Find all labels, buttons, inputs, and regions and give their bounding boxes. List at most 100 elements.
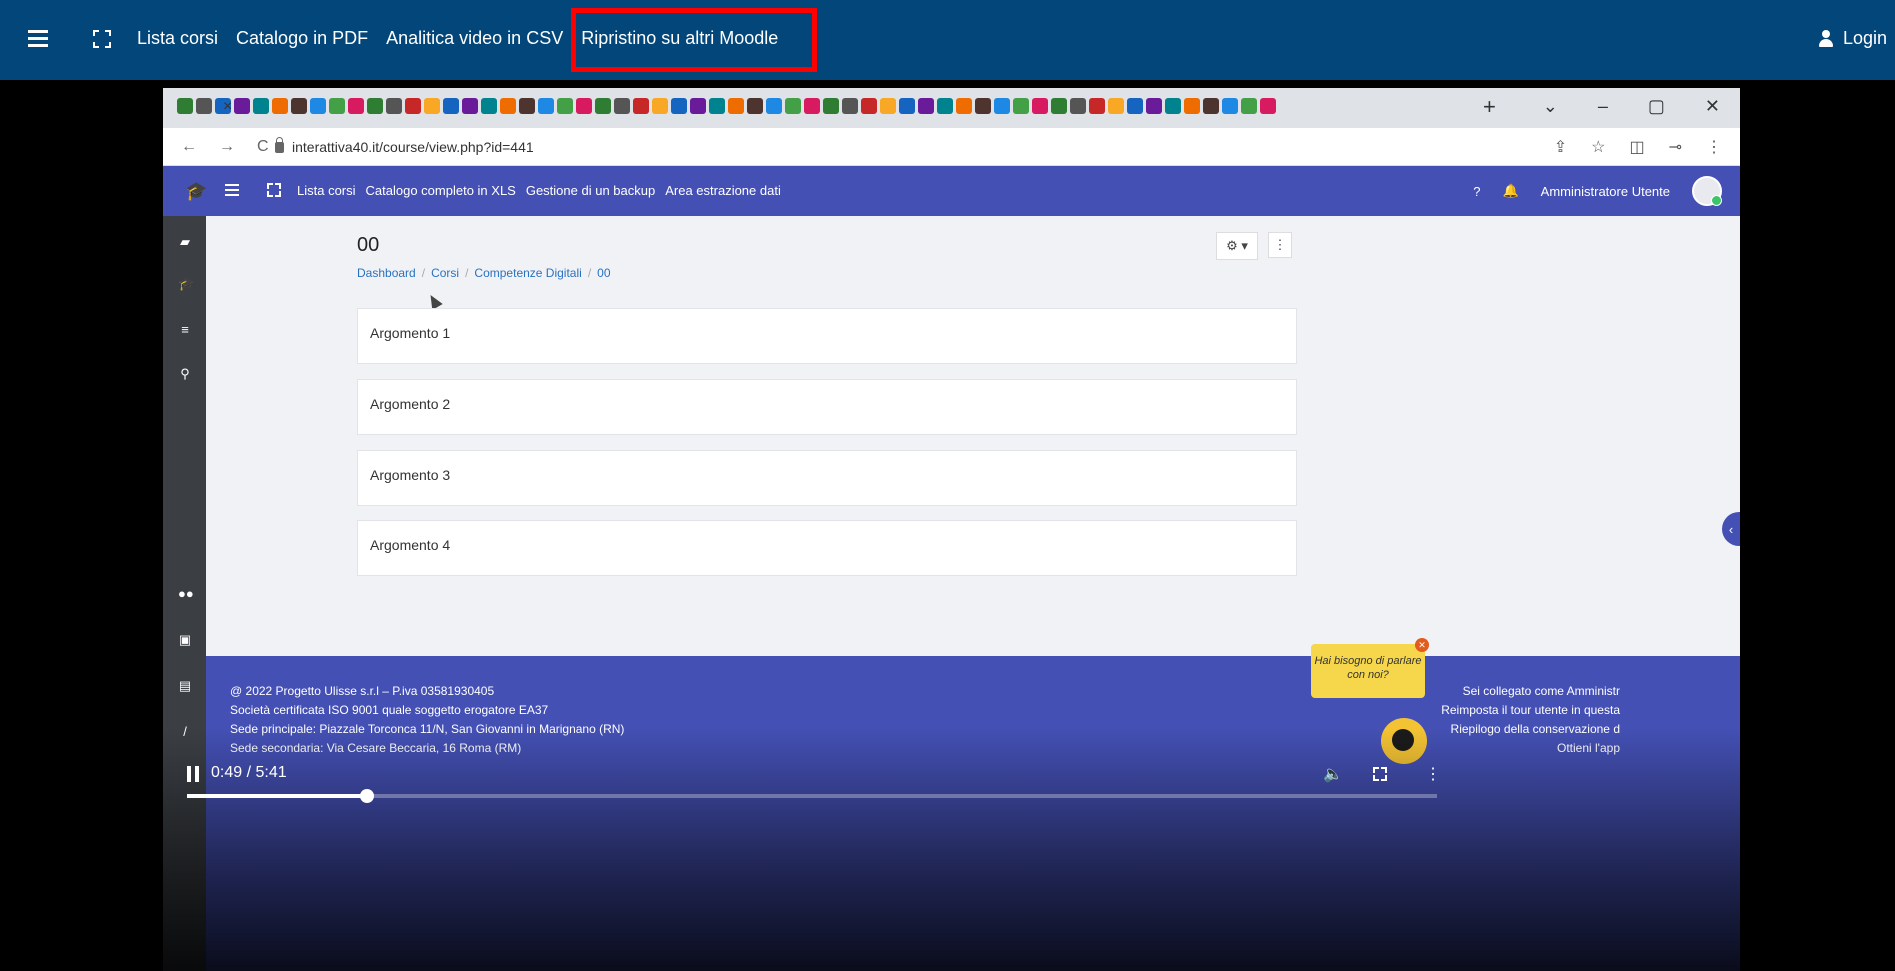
- login-button[interactable]: Login: [1818, 28, 1887, 49]
- favicon-icon[interactable]: [785, 98, 801, 114]
- favicon-icon[interactable]: [196, 98, 212, 114]
- footer-reset-tour-link[interactable]: Reimposta il tour utente in questa: [1441, 701, 1620, 720]
- favicon-icon[interactable]: [1260, 98, 1276, 114]
- graduation-cap-icon[interactable]: 🎓: [185, 181, 207, 202]
- moodle-nav-estrazione[interactable]: Area estrazione dati: [665, 183, 781, 198]
- favicon-icon[interactable]: [443, 98, 459, 114]
- favicon-icon[interactable]: [690, 98, 706, 114]
- favicon-icon[interactable]: [1108, 98, 1124, 114]
- favicon-icon[interactable]: [804, 98, 820, 114]
- favicon-icon[interactable]: [1184, 98, 1200, 114]
- moodle-nav-backup[interactable]: Gestione di un backup: [526, 183, 655, 198]
- nav-analitica-video-csv[interactable]: Analitica video in CSV: [386, 28, 563, 49]
- favicon-icon[interactable]: [500, 98, 516, 114]
- favicon-icon[interactable]: [633, 98, 649, 114]
- favicon-icon[interactable]: [671, 98, 687, 114]
- file-icon[interactable]: ▤: [178, 678, 192, 693]
- share-icon[interactable]: ⇪: [1554, 137, 1567, 157]
- avatar[interactable]: [1692, 176, 1722, 206]
- favicon-icon[interactable]: [386, 98, 402, 114]
- favicon-icon[interactable]: [1051, 98, 1067, 114]
- chat-button[interactable]: [1381, 718, 1427, 764]
- video-player[interactable]: × + ⌄ – ▢ ✕ ← → C interattiva40.it/cours…: [163, 88, 1740, 971]
- extension-icon[interactable]: ⊸: [1669, 137, 1682, 157]
- bell-icon[interactable]: 🔔: [1502, 183, 1518, 199]
- tab-search-icon[interactable]: ⌄: [1543, 96, 1558, 117]
- course-section[interactable]: Argomento 3: [357, 450, 1297, 506]
- favicon-icon[interactable]: [1127, 98, 1143, 114]
- forward-icon[interactable]: →: [219, 138, 235, 156]
- favicon-icon[interactable]: [177, 98, 193, 114]
- course-section[interactable]: Argomento 2: [357, 379, 1297, 435]
- browser-menu-icon[interactable]: ⋮: [1706, 137, 1722, 157]
- favicon-icon[interactable]: [576, 98, 592, 114]
- nav-catalogo-pdf[interactable]: Catalogo in PDF: [236, 28, 368, 49]
- favicon-icon[interactable]: [595, 98, 611, 114]
- favicon-icon[interactable]: [728, 98, 744, 114]
- book-icon[interactable]: ▰: [178, 234, 192, 249]
- favicon-icon[interactable]: [519, 98, 535, 114]
- favicon-icon[interactable]: [614, 98, 630, 114]
- favicon-icon[interactable]: [481, 98, 497, 114]
- favicon-icon[interactable]: [842, 98, 858, 114]
- fullscreen-icon[interactable]: [93, 30, 111, 48]
- favicon-icon[interactable]: [956, 98, 972, 114]
- favicon-icon[interactable]: [709, 98, 725, 114]
- volume-icon[interactable]: 🔈: [1323, 764, 1343, 784]
- favicon-icon[interactable]: [234, 98, 250, 114]
- close-window-icon[interactable]: ✕: [1705, 96, 1720, 117]
- favicon-icon[interactable]: [310, 98, 326, 114]
- breadcrumb-course[interactable]: 00: [597, 266, 610, 280]
- favicon-icon[interactable]: [1032, 98, 1048, 114]
- breadcrumb-corsi[interactable]: Corsi: [431, 266, 459, 280]
- favicon-icon[interactable]: [1222, 98, 1238, 114]
- video-fullscreen-icon[interactable]: [1373, 767, 1387, 781]
- footer-retention-link[interactable]: Riepilogo della conservazione d: [1441, 720, 1620, 739]
- favicon-icon[interactable]: [918, 98, 934, 114]
- footer-get-app-link[interactable]: Ottieni l'app: [1441, 739, 1620, 758]
- favicon-icon[interactable]: [272, 98, 288, 114]
- favicon-icon[interactable]: [937, 98, 953, 114]
- reload-icon[interactable]: C: [257, 138, 269, 156]
- favicon-icon[interactable]: [1165, 98, 1181, 114]
- menu-icon[interactable]: [28, 30, 48, 47]
- moodle-fullscreen-icon[interactable]: [267, 183, 281, 197]
- favicon-icon[interactable]: [1013, 98, 1029, 114]
- moodle-nav-catalogo-xls[interactable]: Catalogo completo in XLS: [366, 183, 516, 198]
- video-more-icon[interactable]: ⋮: [1425, 764, 1441, 784]
- minimize-icon[interactable]: –: [1598, 96, 1608, 117]
- favicon-icon[interactable]: [367, 98, 383, 114]
- nav-lista-corsi[interactable]: Lista corsi: [137, 28, 218, 49]
- chat-bubble[interactable]: Hai bisogno di parlare con noi? ✕: [1311, 638, 1429, 698]
- favicon-icon[interactable]: [652, 98, 668, 114]
- favicon-icon[interactable]: [253, 98, 269, 114]
- favicon-icon[interactable]: [880, 98, 896, 114]
- url-field[interactable]: interattiva40.it/course/view.php?id=441: [275, 136, 534, 155]
- course-more-button[interactable]: ⋮: [1268, 232, 1292, 258]
- favicon-icon[interactable]: [823, 98, 839, 114]
- favicon-icon[interactable]: [1146, 98, 1162, 114]
- course-section[interactable]: Argomento 4: [357, 520, 1297, 576]
- sidepanel-icon[interactable]: ◫: [1629, 137, 1644, 157]
- course-section[interactable]: Argomento 1: [357, 308, 1297, 364]
- favicon-icon[interactable]: [405, 98, 421, 114]
- tab-close-icon[interactable]: ×: [223, 98, 232, 116]
- moodle-menu-icon[interactable]: [225, 184, 239, 196]
- maximize-icon[interactable]: ▢: [1648, 96, 1665, 117]
- favicon-icon[interactable]: [1070, 98, 1086, 114]
- back-icon[interactable]: ←: [181, 138, 197, 156]
- favicon-icon[interactable]: [994, 98, 1010, 114]
- favicon-icon[interactable]: [329, 98, 345, 114]
- favicon-icon[interactable]: [1089, 98, 1105, 114]
- favicon-icon[interactable]: [1241, 98, 1257, 114]
- favicon-icon[interactable]: [557, 98, 573, 114]
- favicon-icon[interactable]: [766, 98, 782, 114]
- favicon-icon[interactable]: [975, 98, 991, 114]
- favicon-icon[interactable]: [1203, 98, 1219, 114]
- favicon-icon[interactable]: [348, 98, 364, 114]
- sitemap-icon[interactable]: ⚲: [178, 366, 192, 381]
- favicon-icon[interactable]: [538, 98, 554, 114]
- favicon-icon[interactable]: [462, 98, 478, 114]
- favicon-icon[interactable]: [861, 98, 877, 114]
- user-name[interactable]: Amministratore Utente: [1541, 184, 1670, 199]
